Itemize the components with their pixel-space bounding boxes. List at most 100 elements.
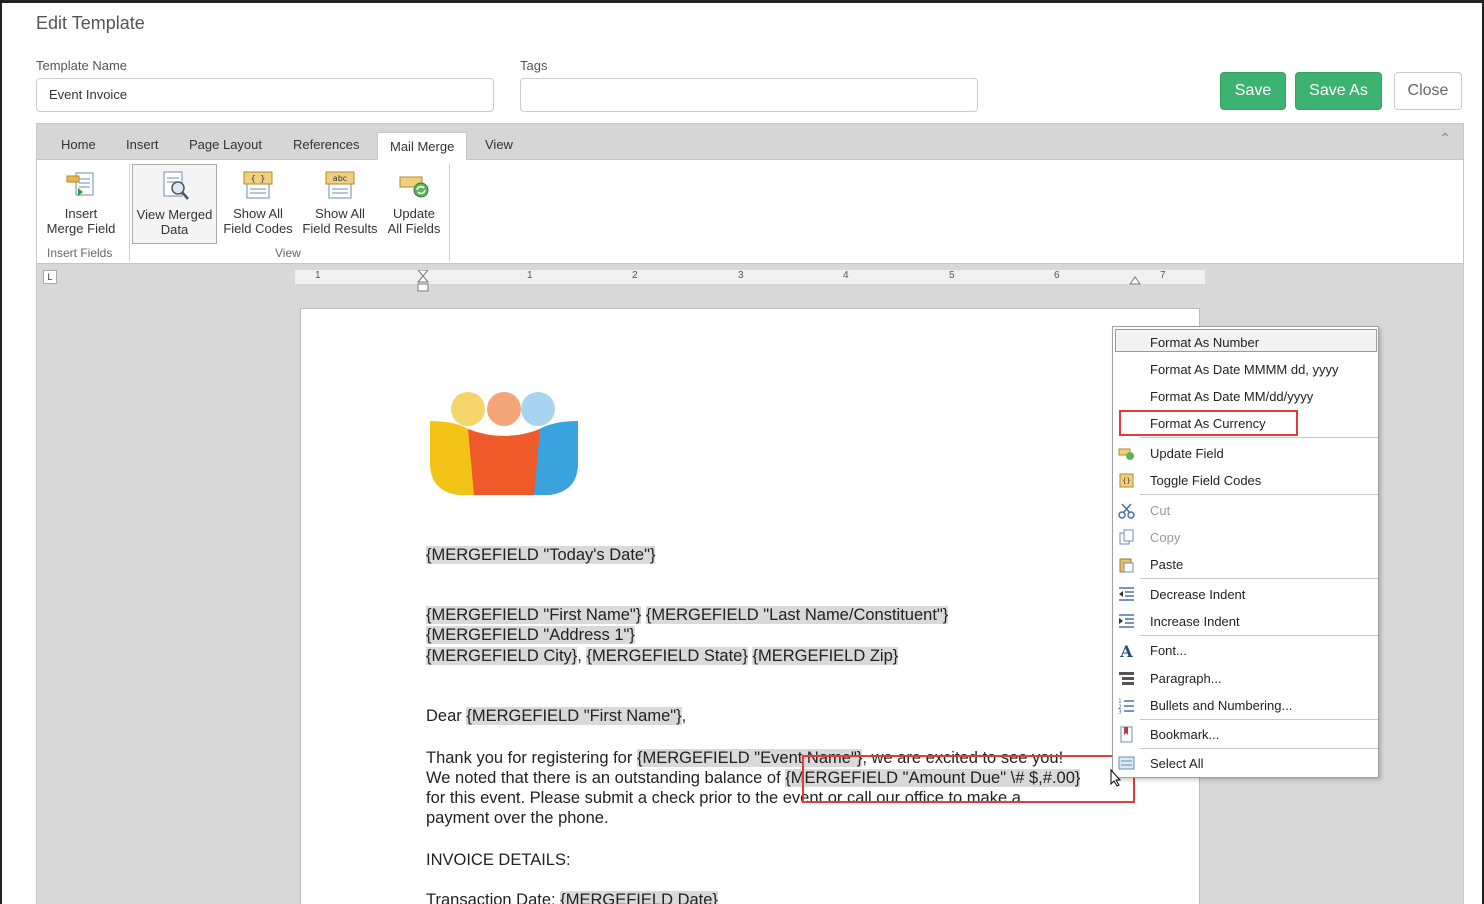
menu-format-as-number[interactable]: Format As Number [1150, 335, 1259, 350]
mergefield-dear-first-name[interactable]: {MERGEFIELD "First Name"} [466, 707, 682, 725]
menu-format-as-date-short[interactable]: Format As Date MM/dd/yyyy [1150, 389, 1313, 404]
update-all-fields-label-1: Update [393, 206, 435, 221]
horizontal-ruler[interactable]: 1 1 2 3 4 5 6 7 [295, 270, 1205, 292]
tab-home[interactable]: Home [61, 137, 96, 152]
ruler-number: 1 [315, 270, 321, 281]
insert-merge-field-icon [66, 172, 94, 196]
menu-paste[interactable]: Paste [1150, 557, 1183, 572]
document-page[interactable]: {MERGEFIELD "Today's Date"} {MERGEFIELD … [300, 308, 1200, 904]
show-field-results-label-2: Field Results [302, 221, 378, 236]
menu-decrease-indent[interactable]: Decrease Indent [1150, 587, 1245, 602]
copy-icon [1119, 529, 1134, 545]
menu-bullets-numbering[interactable]: Bullets and Numbering... [1150, 698, 1292, 713]
tab-references[interactable]: References [293, 137, 359, 152]
ruler-number: 5 [949, 270, 955, 281]
doc-line-date: {MERGEFIELD "Today's Date"} [426, 545, 656, 566]
comma-text: , [681, 707, 687, 725]
decrease-indent-icon [1119, 587, 1134, 601]
update-all-fields-button[interactable]: Update All Fields [383, 164, 445, 236]
show-all-field-codes-button[interactable]: { } Show All Field Codes [220, 164, 296, 236]
mergefield-first-name[interactable]: {MERGEFIELD "First Name"} [426, 606, 642, 624]
indent-marker-icon[interactable] [417, 270, 429, 292]
menu-separator [1140, 719, 1378, 720]
group-label-view: View [275, 246, 301, 260]
tags-input[interactable] [520, 78, 978, 112]
mouse-cursor-icon [1110, 769, 1122, 787]
show-field-codes-label-1: Show All [233, 206, 283, 221]
show-field-results-label-1: Show All [315, 206, 365, 221]
menu-separator [1140, 578, 1378, 579]
bullets-numbering-icon: 123 [1118, 698, 1134, 714]
insert-merge-field-label-2: Merge Field [46, 221, 116, 236]
save-button[interactable]: Save [1220, 72, 1286, 110]
ruler-number: 4 [843, 270, 849, 281]
view-merged-data-label-1: View Merged [136, 207, 213, 222]
right-indent-marker-icon[interactable] [1129, 275, 1141, 285]
ruler-number: 3 [738, 270, 744, 281]
group-label-insert-fields: Insert Fields [47, 246, 113, 260]
view-merged-data-icon [163, 171, 189, 200]
svg-text:A: A [1119, 642, 1133, 659]
update-all-fields-label-2: All Fields [387, 221, 441, 236]
tab-insert[interactable]: Insert [126, 137, 159, 152]
mergefield-state[interactable]: {MERGEFIELD State} [586, 647, 748, 665]
context-menu: Format As Number Format As Date MMMM dd,… [1112, 326, 1379, 778]
annotation-highlight-amount-due [802, 755, 1135, 803]
svg-text:abc: abc [333, 174, 347, 183]
menu-bookmark[interactable]: Bookmark... [1150, 727, 1219, 742]
show-field-results-icon: abc [325, 171, 355, 199]
menu-toggle-field-codes[interactable]: Toggle Field Codes [1150, 473, 1261, 488]
tab-view[interactable]: View [485, 137, 513, 152]
group-separator [129, 164, 130, 262]
doc-line-name: {MERGEFIELD "First Name"} {MERGEFIELD "L… [426, 605, 949, 626]
doc-line-invoice-details: INVOICE DETAILS: [426, 851, 571, 869]
menu-update-field[interactable]: Update Field [1150, 446, 1224, 461]
tags-label: Tags [520, 58, 548, 73]
view-merged-data-label-2: Data [160, 222, 189, 237]
menu-format-as-date-long[interactable]: Format As Date MMMM dd, yyyy [1150, 362, 1339, 377]
toggle-field-codes-icon: {} [1119, 473, 1134, 488]
menu-cut[interactable]: Cut [1150, 503, 1170, 518]
close-button[interactable]: Close [1394, 72, 1462, 110]
menu-increase-indent[interactable]: Increase Indent [1150, 614, 1240, 629]
doc-line-dear: Dear {MERGEFIELD "First Name"}, [426, 706, 686, 727]
mergefield-transaction-date[interactable]: {MERGEFIELD Date} [560, 891, 718, 904]
menu-separator [1140, 635, 1378, 636]
save-as-button[interactable]: Save As [1295, 72, 1382, 110]
mergefield-last-name[interactable]: {MERGEFIELD "Last Name/Constituent"} [645, 606, 949, 624]
collapse-ribbon-icon[interactable]: ⌃ [1439, 130, 1451, 147]
thank-you-text: Thank you for registering for [426, 749, 637, 767]
menu-select-all[interactable]: Select All [1150, 756, 1203, 771]
mergefield-city[interactable]: {MERGEFIELD City} [426, 647, 578, 665]
mergefield-todays-date[interactable]: {MERGEFIELD "Today's Date"} [426, 546, 656, 564]
view-merged-data-button[interactable]: View Merged Data [132, 164, 217, 244]
ribbon-mail-merge: Insert Merge Field View Merged Data { } [37, 160, 1463, 264]
show-all-field-results-button[interactable]: abc Show All Field Results [300, 164, 380, 236]
ruler-number: 1 [527, 270, 533, 281]
paragraph-icon [1119, 672, 1134, 685]
menu-copy[interactable]: Copy [1150, 530, 1180, 545]
ribbon-tabs: Home Insert Page Layout References Mail … [37, 124, 1463, 161]
mergefield-zip[interactable]: {MERGEFIELD Zip} [752, 647, 899, 665]
mergefield-address[interactable]: {MERGEFIELD "Address 1"} [426, 626, 635, 644]
balance-text: We noted that there is an outstanding ba… [426, 769, 786, 787]
font-icon: A [1119, 642, 1133, 659]
annotation-highlight-format-currency [1119, 410, 1298, 436]
template-name-input[interactable]: Event Invoice [36, 78, 494, 112]
menu-separator [1140, 437, 1378, 438]
menu-font[interactable]: Font... [1150, 643, 1187, 658]
dialog-title: Edit Template [36, 13, 145, 33]
menu-paragraph[interactable]: Paragraph... [1150, 671, 1222, 686]
paste-icon [1119, 558, 1134, 573]
doc-line-transaction-date: Transaction Date: {MERGEFIELD Date} [426, 890, 718, 904]
doc-line-city: {MERGEFIELD City}, {MERGEFIELD State} {M… [426, 646, 899, 667]
organization-logo [430, 392, 578, 495]
tab-page-layout[interactable]: Page Layout [189, 137, 262, 152]
tab-mail-merge[interactable]: Mail Merge [377, 132, 468, 161]
tab-stop-selector[interactable]: L [43, 270, 57, 284]
update-fields-icon [399, 176, 429, 198]
transaction-date-label: Transaction Date: [426, 891, 561, 904]
insert-merge-field-button[interactable]: Insert Merge Field [43, 164, 119, 236]
group-separator [449, 164, 450, 262]
show-field-codes-icon: { } [243, 171, 273, 199]
